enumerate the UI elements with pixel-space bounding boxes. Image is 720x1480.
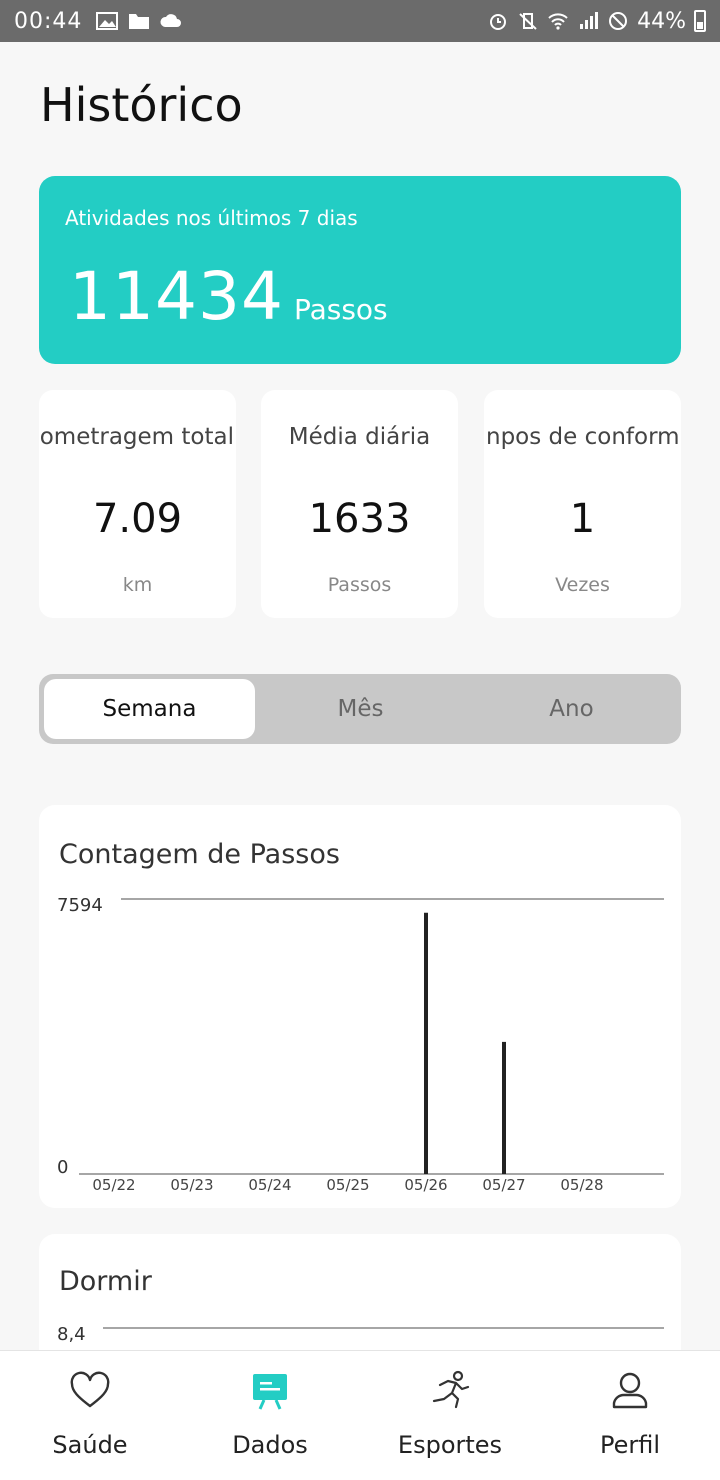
heart-icon xyxy=(70,1371,110,1408)
period-segmented-control: Semana Mês Ano xyxy=(39,674,681,744)
stat-card-distance: ometragem total 7.09 km xyxy=(39,390,236,618)
nav-item-sports[interactable]: Esportes xyxy=(360,1351,540,1480)
tab-year[interactable]: Ano xyxy=(466,679,677,739)
stat-card-daily-average: Média diária 1633 Passos xyxy=(261,390,458,618)
summary-label: Atividades nos últimos 7 dias xyxy=(65,206,358,230)
status-time: 00:44 xyxy=(14,8,83,34)
status-bar: 00:44 44% xyxy=(0,0,720,42)
stat-unit: Vezes xyxy=(555,574,610,596)
stat-unit: Passos xyxy=(327,574,392,596)
bottom-navigation: Saúde Dados Esportes Perfil xyxy=(0,1350,720,1480)
stat-value: 1 xyxy=(569,496,596,542)
image-icon xyxy=(96,12,119,30)
step-bar xyxy=(424,912,428,1174)
x-tick-label: 05/28 xyxy=(560,1176,603,1194)
stat-title: Média diária xyxy=(288,424,431,450)
nav-label: Esportes xyxy=(397,1431,503,1459)
stat-card-goal-times: npos de conformic 1 Vezes xyxy=(484,390,681,618)
alarm-icon xyxy=(490,14,507,30)
nav-item-data[interactable]: Dados xyxy=(180,1351,360,1480)
stat-value: 7.09 xyxy=(92,496,183,542)
nav-label: Perfil xyxy=(599,1431,661,1459)
x-tick-label: 05/24 xyxy=(248,1176,291,1194)
tab-month[interactable]: Mês xyxy=(255,679,466,739)
do-not-disturb-icon xyxy=(609,12,628,30)
page-title: Histórico xyxy=(40,78,243,132)
nav-label: Dados xyxy=(232,1431,308,1459)
step-bar xyxy=(502,1041,506,1174)
wifi-icon xyxy=(548,13,568,30)
data-board-icon xyxy=(253,1374,287,1410)
x-tick-label: 05/25 xyxy=(326,1176,369,1194)
folder-icon xyxy=(129,14,150,29)
x-tick-label: 05/26 xyxy=(404,1176,447,1194)
nav-label: Saúde xyxy=(52,1431,128,1459)
stat-unit: km xyxy=(122,574,153,596)
y-max-label: 7594 xyxy=(57,895,103,916)
x-tick-label: 05/23 xyxy=(170,1176,213,1194)
stat-value: 1633 xyxy=(308,496,411,542)
summary-card: Atividades nos últimos 7 dias 11434 Pass… xyxy=(39,176,681,364)
stat-title: npos de conformic xyxy=(486,424,681,450)
person-icon xyxy=(612,1372,648,1409)
nav-item-profile[interactable]: Perfil xyxy=(540,1351,720,1480)
nav-item-health[interactable]: Saúde xyxy=(0,1351,180,1480)
tab-week[interactable]: Semana xyxy=(44,679,255,739)
summary-steps-value: 11434 xyxy=(69,258,284,335)
stat-title: ometragem total xyxy=(39,424,234,450)
battery-percent: 44% xyxy=(637,8,686,34)
stats-row: ometragem total 7.09 km Média diária 163… xyxy=(39,390,681,618)
x-tick-label: 05/27 xyxy=(482,1176,525,1194)
runner-icon xyxy=(432,1370,470,1409)
signal-icon xyxy=(580,12,599,29)
x-tick-label: 05/22 xyxy=(92,1176,135,1194)
battery-icon xyxy=(694,10,706,32)
y-min-label: 0 xyxy=(57,1157,68,1178)
summary-steps-unit: Passos xyxy=(293,293,388,326)
steps-chart: 7594 0 05/22 05/23 05/24 05/25 05/26 05/27 05/… xyxy=(57,895,664,1194)
cloud-sync-icon xyxy=(160,14,182,27)
sleep-y-max-label: 8,4 xyxy=(57,1324,86,1345)
steps-chart-card: Contagem de Passos 7594 0 05/22 05/23 05/2… xyxy=(39,805,681,1208)
vibrate-mute-icon xyxy=(519,13,537,30)
